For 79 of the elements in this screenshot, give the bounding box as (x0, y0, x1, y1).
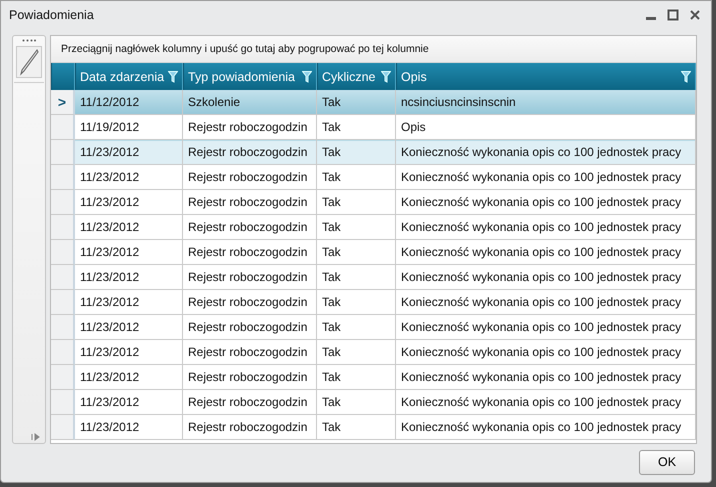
table-cell: Tak (317, 340, 396, 365)
table-cell: Tak (317, 265, 396, 290)
table-cell: 11/23/2012 (75, 190, 183, 215)
table-cell: Tak (317, 215, 396, 240)
table-cell: ncsinciusncinsinscnin (396, 90, 696, 115)
table-row[interactable]: 11/23/2012 Rejestr roboczogodzin Tak Konieczność wykonania opis co 100 jednostek pracy (51, 165, 696, 190)
pencil-icon (19, 48, 39, 76)
table-cell: Tak (317, 240, 396, 265)
table-row[interactable]: 11/23/2012 Rejestr roboczogodzin Tak Konieczność wykonania opis co 100 jednostek pracy (51, 340, 696, 365)
table-row[interactable]: 11/23/2012 Rejestr roboczogodzin Tak Konieczność wykonania opis co 100 jednostek pracy (51, 390, 696, 415)
table-cell: Rejestr roboczogodzin (183, 215, 317, 240)
table-cell: 11/12/2012 (75, 90, 183, 115)
table-cell: Konieczność wykonania opis co 100 jednostek pracy (396, 290, 696, 315)
table-cell: Tak (317, 415, 396, 440)
table-cell: Konieczność wykonania opis co 100 jednostek pracy (396, 240, 696, 265)
table-cell: Konieczność wykonania opis co 100 jednostek pracy (396, 215, 696, 240)
table-cell: 11/23/2012 (75, 215, 183, 240)
table-row[interactable]: 11/23/2012 Rejestr roboczogodzin Tak Konieczność wykonania opis co 100 jednostek pracy (51, 140, 696, 165)
table-cell: Konieczność wykonania opis co 100 jednostek pracy (396, 390, 696, 415)
grip-icon[interactable] (22, 39, 36, 42)
table-cell: Konieczność wykonania opis co 100 jednostek pracy (396, 190, 696, 215)
table-cell: 11/23/2012 (75, 240, 183, 265)
table-row[interactable]: 11/23/2012 Rejestr roboczogodzin Tak Konieczność wykonania opis co 100 jednostek pracy (51, 365, 696, 390)
table-cell: Rejestr roboczogodzin (183, 415, 317, 440)
table-cell: Konieczność wykonania opis co 100 jednostek pracy (396, 315, 696, 340)
table-cell: Tak (317, 390, 396, 415)
table-cell: 11/23/2012 (75, 290, 183, 315)
filter-icon[interactable] (681, 70, 691, 82)
table-cell: Tak (317, 315, 396, 340)
scroll-right-icon[interactable] (29, 433, 41, 441)
table-cell: Tak (317, 190, 396, 215)
table-cell: Szkolenie (183, 90, 317, 115)
table-cell: Konieczność wykonania opis co 100 jednostek pracy (396, 340, 696, 365)
table-cell: Rejestr roboczogodzin (183, 140, 317, 165)
table-cell: Rejestr roboczogodzin (183, 265, 317, 290)
table-cell: Rejestr roboczogodzin (183, 365, 317, 390)
table-cell: 11/23/2012 (75, 415, 183, 440)
table-cell: Rejestr roboczogodzin (183, 340, 317, 365)
table-cell: 11/23/2012 (75, 265, 183, 290)
table-cell: 11/23/2012 (75, 365, 183, 390)
filter-icon[interactable] (381, 70, 391, 82)
table-cell: 11/23/2012 (75, 315, 183, 340)
close-icon[interactable] (689, 9, 701, 21)
table-cell: Rejestr roboczogodzin (183, 165, 317, 190)
maximize-icon[interactable] (667, 9, 679, 21)
table-cell: Tak (317, 90, 396, 115)
table-cell: Rejestr roboczogodzin (183, 240, 317, 265)
table-cell: 11/23/2012 (75, 165, 183, 190)
table-cell: Konieczność wykonania opis co 100 jednostek pracy (396, 415, 696, 440)
table-cell: 11/23/2012 (75, 340, 183, 365)
table-cell: 11/23/2012 (75, 390, 183, 415)
table-cell: Konieczność wykonania opis co 100 jednostek pracy (396, 265, 696, 290)
table-row[interactable]: 11/23/2012 Rejestr roboczogodzin Tak Konieczność wykonania opis co 100 jednostek pracy (51, 290, 696, 315)
table-row[interactable]: 11/23/2012 Rejestr roboczogodzin Tak Konieczność wykonania opis co 100 jednostek pracy (51, 240, 696, 265)
table-row[interactable]: 11/23/2012 Rejestr roboczogodzin Tak Konieczność wykonania opis co 100 jednostek pracy (51, 215, 696, 240)
table-row[interactable]: 11/23/2012 Rejestr roboczogodzin Tak Konieczność wykonania opis co 100 jednostek pracy (51, 190, 696, 215)
group-hint: Przeciągnij nagłówek kolumny i upuść go tutaj aby pogrupować po tej kolumnie (61, 43, 429, 55)
ok-button[interactable]: OK (639, 450, 695, 474)
table-cell: Tak (317, 290, 396, 315)
table-cell: Tak (317, 365, 396, 390)
window-title: Powiadomienia (9, 8, 94, 22)
table-cell: Rejestr roboczogodzin (183, 315, 317, 340)
table-row[interactable]: 11/23/2012 Rejestr roboczogodzin Tak Konieczność wykonania opis co 100 jednostek pracy (51, 415, 696, 440)
table-cell: 11/23/2012 (75, 140, 183, 165)
table-row[interactable]: 11/23/2012 Rejestr roboczogodzin Tak Konieczność wykonania opis co 100 jednostek pracy (51, 315, 696, 340)
table-cell: Rejestr roboczogodzin (183, 290, 317, 315)
table-cell: Rejestr roboczogodzin (183, 190, 317, 215)
table-cell: Konieczność wykonania opis co 100 jednostek pracy (396, 165, 696, 190)
table-cell: Konieczność wykonania opis co 100 jednostek pracy (396, 140, 696, 165)
edit-button[interactable] (16, 46, 42, 78)
table-row[interactable]: > 11/12/2012 Szkolenie Tak ncsinciusncinsinscnin (51, 90, 696, 115)
table-cell: Tak (317, 165, 396, 190)
table-cell: Rejestr roboczogodzin (183, 390, 317, 415)
filter-icon[interactable] (168, 70, 178, 82)
table-row[interactable]: 11/23/2012 Rejestr roboczogodzin Tak Konieczność wykonania opis co 100 jednostek pracy (51, 265, 696, 290)
current-row-marker: > (58, 94, 66, 110)
table-cell: Tak (317, 140, 396, 165)
table-cell: Konieczność wykonania opis co 100 jednostek pracy (396, 365, 696, 390)
filter-icon[interactable] (302, 70, 312, 82)
